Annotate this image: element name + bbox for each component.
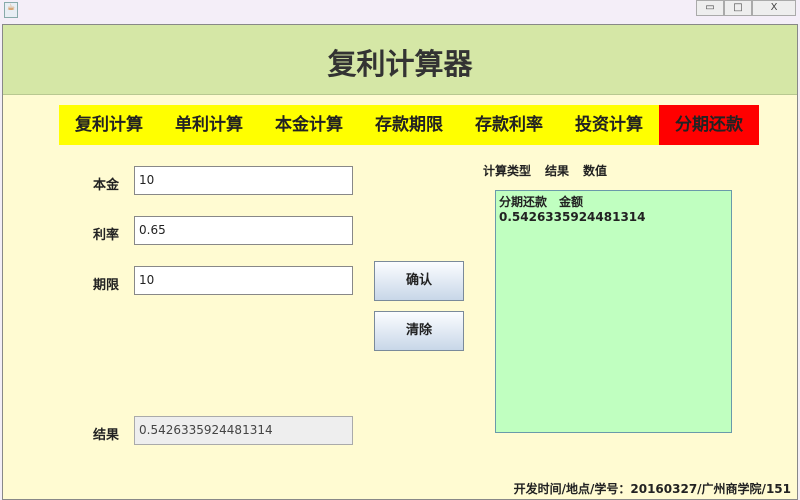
java-app-icon: ☕: [4, 2, 18, 18]
header-value: 数值: [583, 164, 608, 178]
result-field: 0.5426335924481314: [134, 416, 353, 445]
tab-bar: 复利计算 单利计算 本金计算 存款期限 存款利率 投资计算 分期还款: [59, 105, 759, 145]
results-header: 计算类型 结果 数值: [483, 162, 621, 179]
term-input[interactable]: 10: [134, 266, 353, 295]
tab-installment[interactable]: 分期还款: [659, 105, 759, 145]
header-type: 计算类型: [483, 164, 532, 178]
header: 复利计算器: [3, 25, 797, 95]
rate-label: 利率: [93, 228, 120, 243]
row-type: 分期还款: [499, 195, 548, 209]
principal-label: 本金: [93, 178, 120, 193]
tab-compound-interest[interactable]: 复利计算: [59, 105, 159, 145]
rate-input[interactable]: 0.65: [134, 216, 353, 245]
result-label: 结果: [93, 428, 120, 443]
tab-simple-interest[interactable]: 单利计算: [159, 105, 259, 145]
clear-button[interactable]: 清除: [374, 311, 464, 351]
tab-deposit-term[interactable]: 存款期限: [359, 105, 459, 145]
list-item: 分期还款 金额0.5426335924481314: [499, 193, 728, 224]
close-button[interactable]: X: [752, 0, 796, 16]
tab-investment[interactable]: 投资计算: [559, 105, 659, 145]
principal-input[interactable]: 10: [134, 166, 353, 195]
confirm-button[interactable]: 确认: [374, 261, 464, 301]
footer-info: 开发时间/地点/学号：20160327/广州商学院/151: [513, 482, 791, 496]
results-list[interactable]: 分期还款 金额0.5426335924481314: [495, 190, 732, 433]
maximize-button[interactable]: □: [724, 0, 752, 16]
main-window: 复利计算器 复利计算 单利计算 本金计算 存款期限 存款利率 投资计算 分期还款…: [2, 24, 798, 500]
tab-deposit-rate[interactable]: 存款利率: [459, 105, 559, 145]
title-bar: ☕ ▭ □ X: [0, 0, 800, 24]
page-title: 复利计算器: [327, 47, 473, 81]
tab-principal[interactable]: 本金计算: [259, 105, 359, 145]
row-result: 金额: [559, 195, 584, 209]
term-label: 期限: [93, 278, 120, 293]
header-result: 结果: [545, 164, 570, 178]
row-value: 0.5426335924481314: [499, 210, 646, 224]
minimize-button[interactable]: ▭: [696, 0, 724, 16]
